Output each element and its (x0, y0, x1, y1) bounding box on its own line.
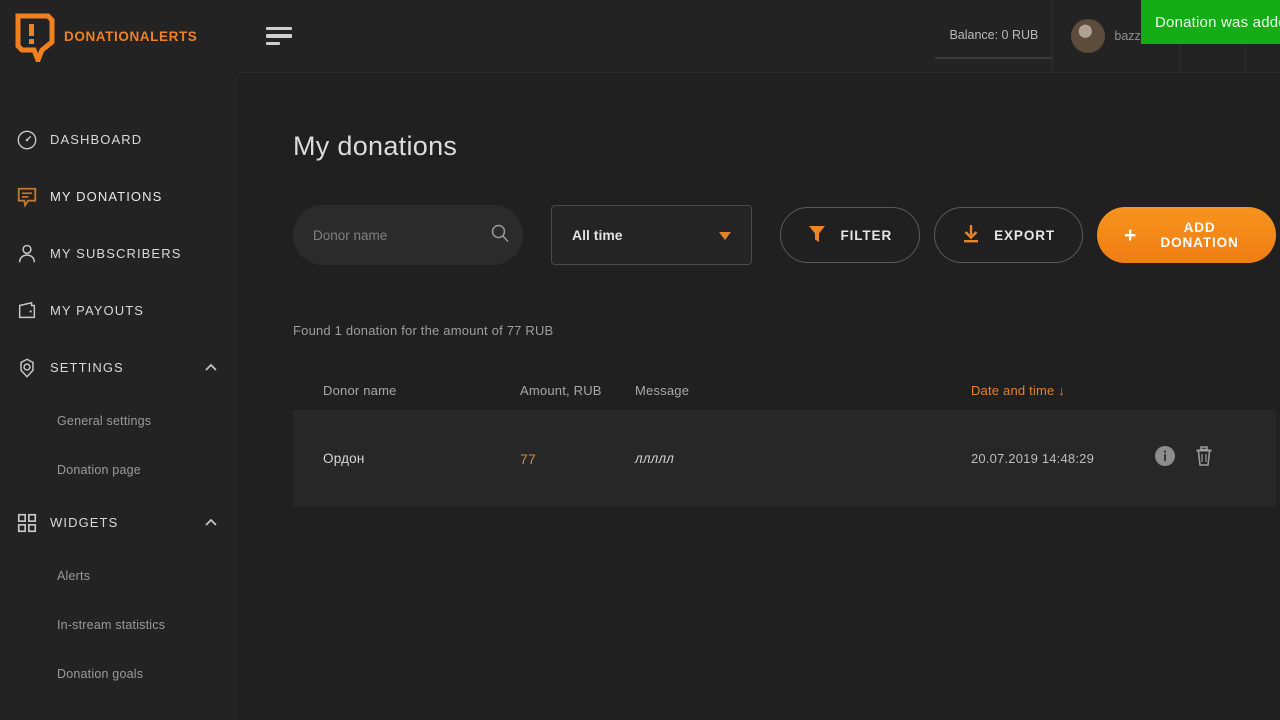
search-icon[interactable] (490, 223, 510, 248)
sidebar-group-label: SETTINGS (50, 360, 124, 375)
sidebar-subitem-in-stream-statistics[interactable]: In-stream statistics (0, 600, 238, 649)
content: My donations All time (238, 73, 1280, 507)
sidebar-item-dashboard[interactable]: DASHBOARD (0, 111, 238, 168)
sidebar-subitem-donation-goals[interactable]: Donation goals (0, 649, 238, 698)
table-header-amount: Amount, RUB (520, 382, 602, 398)
filter-button[interactable]: FILTER (780, 207, 921, 263)
cell-donor: Ордон (323, 451, 365, 466)
sidebar-group-label: WIDGETS (50, 515, 119, 530)
page-title: My donations (293, 131, 458, 161)
sidebar-subitem-label: Donation page (57, 462, 141, 477)
sidebar-item-my-payouts[interactable]: MY PAYOUTS (0, 282, 238, 339)
filter-button-label: FILTER (840, 227, 893, 243)
sidebar-subitem-donation-page[interactable]: Donation page (0, 445, 238, 494)
controls-row: All time FILTER EXPORT (293, 205, 1276, 265)
hamburger-line (266, 41, 280, 46)
download-icon (962, 224, 980, 247)
sidebar-item-my-donations[interactable]: MY DONATIONS (0, 168, 238, 225)
sidebar-subitem-label: General settings (57, 413, 152, 428)
sidebar-item-my-subscribers[interactable]: MY SUBSCRIBERS (0, 225, 238, 282)
toast-notification[interactable]: Donation was added successfully (1141, 0, 1280, 44)
wallet-icon (16, 300, 50, 322)
table-row[interactable]: Ордон 77 ллллл 20.07.2019 14:48:29 (293, 410, 1276, 507)
sidebar-item-label: MY DONATIONS (50, 189, 163, 204)
toast-message: Donation was added successfully (1155, 13, 1280, 31)
row-actions (1154, 445, 1246, 472)
topbar: Balance: 0 RUB bazzz77 Donation was add (238, 0, 1280, 73)
hamburger-line (266, 26, 292, 31)
add-donation-button[interactable]: + ADD DONATION (1097, 207, 1276, 263)
sidebar-subitem-label: Alerts (57, 568, 91, 583)
table-header-row: Donor name Amount, RUB Message Date and … (293, 370, 1276, 410)
main-area: Balance: 0 RUB bazzz77 Donation was add … (238, 0, 1280, 720)
chevron-up-icon[interactable] (204, 361, 218, 375)
plus-icon: + (1124, 223, 1138, 247)
chevron-down-icon[interactable] (719, 227, 732, 243)
donationalerts-logo-icon (12, 12, 58, 62)
cell-amount: 77 (520, 450, 536, 467)
sidebar-nav: DASHBOARD MY DONATIONS MY SUBSCRIBERS MY… (0, 73, 238, 698)
info-icon[interactable] (1154, 445, 1176, 472)
sidebar: DONATIONALERTS DASHBOARD MY DONATIONS MY (0, 0, 238, 720)
hamburger-line (266, 34, 292, 38)
results-summary: Found 1 donation for the amount of 77 RU… (293, 323, 554, 338)
sidebar-subitem-general-settings[interactable]: General settings (0, 396, 238, 445)
hamburger-icon[interactable] (266, 26, 292, 46)
speedometer-icon (16, 129, 50, 151)
funnel-icon (808, 224, 826, 247)
sidebar-subitem-label: In-stream statistics (57, 617, 166, 632)
cell-message: ллллл (635, 451, 675, 466)
sidebar-item-label: MY PAYOUTS (50, 303, 145, 318)
export-button[interactable]: EXPORT (934, 207, 1084, 263)
brand-name: DONATIONALERTS (64, 29, 198, 44)
app-root: DONATIONALERTS DASHBOARD MY DONATIONS MY (0, 0, 1280, 720)
balance-display[interactable]: Balance: 0 RUB (935, 13, 1053, 59)
period-select-value: All time (572, 227, 623, 243)
search-input[interactable] (313, 227, 490, 243)
add-donation-button-label: ADD DONATION (1160, 220, 1239, 250)
sidebar-group-settings[interactable]: SETTINGS (0, 339, 238, 396)
sidebar-group-widgets[interactable]: WIDGETS (0, 494, 238, 551)
avatar (1071, 19, 1106, 53)
period-select[interactable]: All time (551, 205, 753, 265)
balance-label: Balance: 0 RUB (949, 28, 1039, 42)
sidebar-subitem-label: Donation goals (57, 666, 144, 681)
speech-bubble-icon (16, 186, 50, 208)
search-field[interactable] (293, 205, 523, 265)
sidebar-item-label: DASHBOARD (50, 132, 143, 147)
sidebar-item-label: MY SUBSCRIBERS (50, 246, 182, 261)
gear-icon (16, 357, 50, 379)
trash-icon[interactable] (1194, 445, 1214, 472)
export-button-label: EXPORT (994, 227, 1056, 243)
table-header-date-sort[interactable]: Date and time ↓ (971, 383, 1154, 398)
grid-icon (16, 512, 50, 534)
table-header-message: Message (635, 382, 690, 398)
table-header-donor: Donor name (323, 382, 397, 398)
brand[interactable]: DONATIONALERTS (0, 0, 238, 73)
user-icon (16, 243, 50, 265)
sidebar-subitem-alerts[interactable]: Alerts (0, 551, 238, 600)
donations-table: Donor name Amount, RUB Message Date and … (293, 370, 1276, 507)
cell-date: 20.07.2019 14:48:29 (970, 451, 1095, 466)
chevron-up-icon[interactable] (204, 516, 218, 530)
